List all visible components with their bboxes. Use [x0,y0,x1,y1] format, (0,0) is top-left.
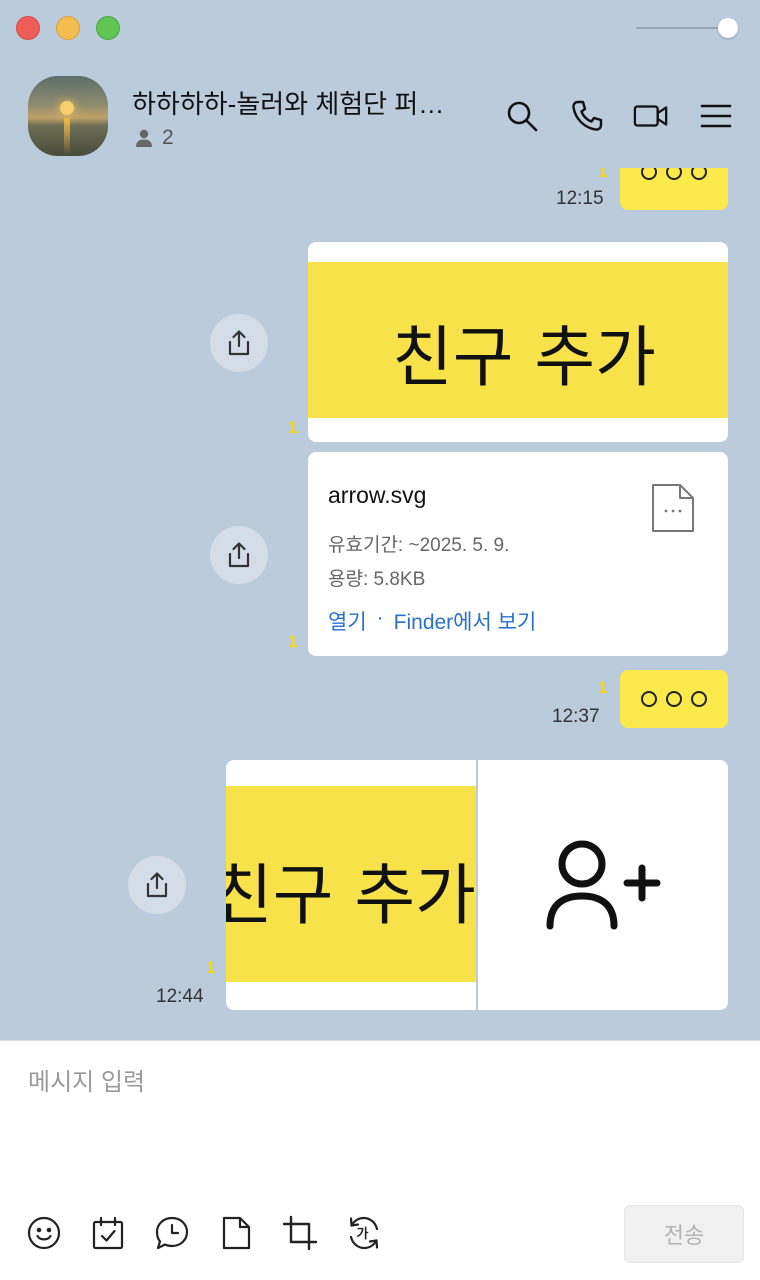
voice-call-button[interactable] [569,98,605,134]
opacity-slider-knob[interactable] [718,18,738,38]
add-friend-icon [546,840,661,930]
minimize-window-button[interactable] [56,16,80,40]
file-icon [222,1216,251,1250]
phone-icon [572,100,603,131]
unread-count: 1 [288,418,298,437]
chat-room-title[interactable]: 하하하하-놀러와 체험단 퍼… [132,84,482,121]
chat-header: 하하하하-놀러와 체험단 퍼… 2 [0,64,760,168]
search-icon [507,101,538,132]
file-size: 용량: 5.8KB [328,569,426,590]
message-bubble[interactable] [620,168,728,210]
share-button[interactable] [210,526,268,584]
dots-emoticon [641,168,707,180]
show-in-finder-link[interactable]: Finder에서 보기 [394,606,537,636]
unread-count: 1 [288,632,298,651]
image-text: 친구 추가 [226,857,476,934]
reminder-button[interactable] [152,1213,192,1253]
video-call-button[interactable] [633,98,669,134]
file-name: arrow.svg [328,482,427,508]
capture-button[interactable] [280,1213,320,1253]
message-time: 12:37 [552,706,600,727]
share-icon [228,542,250,568]
search-button[interactable] [504,98,540,134]
chat-room-avatar[interactable] [28,76,108,156]
menu-button[interactable] [698,98,734,134]
message-bubble[interactable] [620,670,728,728]
svg-text:가: 가 [357,1227,369,1242]
dots-emoticon [641,691,707,707]
share-icon [146,872,168,898]
opacity-slider-track [636,27,728,29]
menu-icon [700,104,732,128]
image-message[interactable]: 친구 추가 [308,242,728,442]
calendar-icon [92,1216,124,1250]
emoticon-icon [27,1216,61,1250]
translate-button[interactable]: 가 [344,1213,384,1253]
message-time: 12:15 [556,188,604,209]
image-message-right[interactable] [478,760,728,1010]
unread-count: 1 [206,958,216,977]
calendar-button[interactable] [88,1213,128,1253]
file-actions: 열기 · Finder에서 보기 [328,606,536,636]
document-icon [652,484,694,532]
message-input[interactable] [28,1063,728,1103]
separator: · [376,606,384,629]
member-count-value: 2 [162,126,174,149]
person-icon [136,129,152,147]
file-expiry: 유효기간: ~2025. 5. 9. [328,535,510,556]
file-message[interactable]: arrow.svg 유효기간: ~2025. 5. 9. 용량: 5.8KB 열… [308,452,728,656]
image-text: 친구 추가 [392,319,656,396]
opacity-slider[interactable] [636,18,740,38]
message-time: 12:44 [156,986,204,1007]
image-message-left[interactable]: 친구 추가 [226,760,476,1010]
attach-file-button[interactable] [216,1213,256,1253]
share-button[interactable] [128,856,186,914]
message-composer: 가 전송 [0,1040,760,1280]
open-file-link[interactable]: 열기 [328,606,367,636]
translate-icon: 가 [349,1216,379,1250]
send-button[interactable]: 전송 [624,1205,744,1263]
share-icon [228,330,250,356]
message-list[interactable]: 1 12:15 1 친구 추가 1 arrow.svg 유효기간: ~2025.… [0,168,760,1040]
video-icon [633,105,668,127]
unread-count: 1 [598,678,608,697]
share-button[interactable] [210,314,268,372]
reminder-icon [155,1216,189,1250]
zoom-window-button[interactable] [96,16,120,40]
close-window-button[interactable] [16,16,40,40]
member-count[interactable]: 2 [134,126,174,150]
capture-icon [282,1215,318,1251]
unread-count: 1 [598,168,608,181]
title-bar [0,0,760,56]
emoticon-button[interactable] [24,1213,64,1253]
